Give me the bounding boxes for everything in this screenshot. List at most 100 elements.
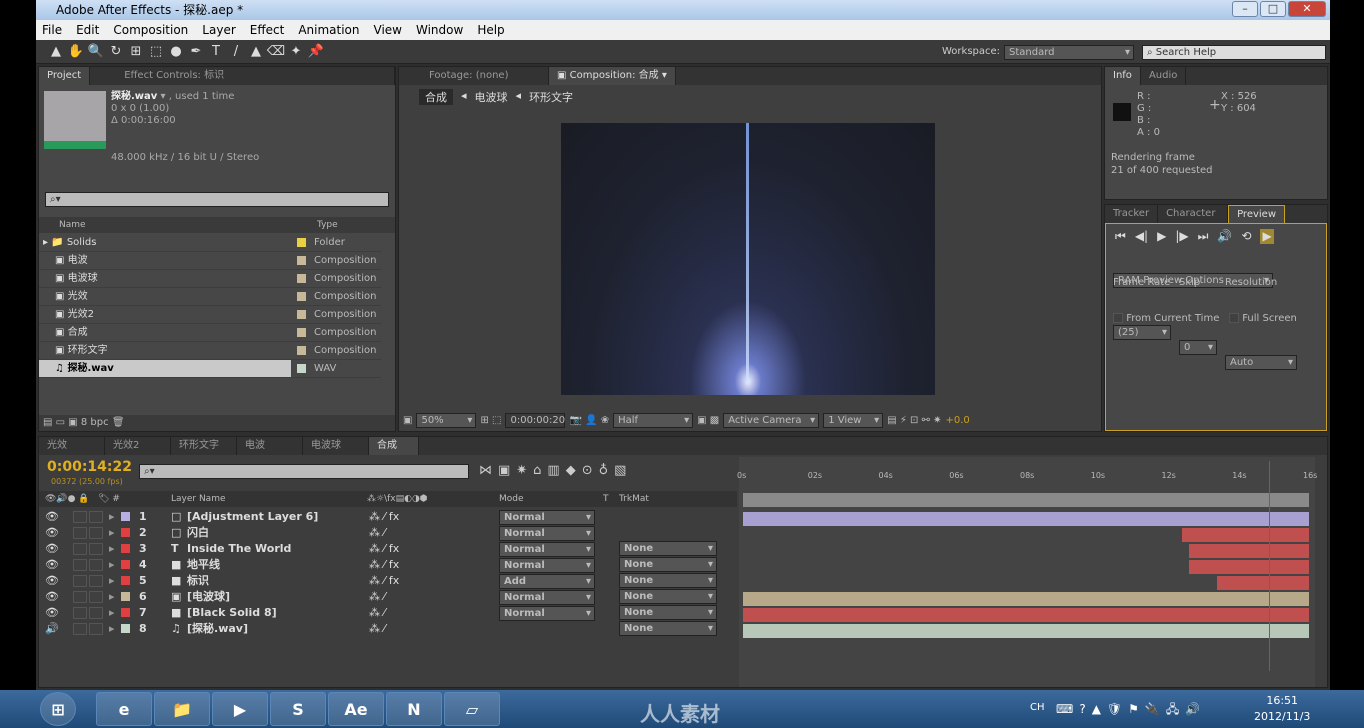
solo-switch[interactable] [73,543,87,555]
project-item[interactable]: ▣ 电波球 Composition [39,270,381,288]
timeline-tab[interactable]: 光效2 [105,437,171,455]
after-effects-button[interactable]: Ae [328,692,384,726]
mode-select[interactable]: Normal [499,606,595,621]
word-button[interactable]: N [386,692,442,726]
menu-animation[interactable]: Animation [298,20,359,40]
previous-frame-button[interactable]: ◀| [1135,229,1148,244]
full-screen-checkbox[interactable] [1229,313,1239,323]
layer-switches[interactable]: ⁂ ⁄ fx [369,573,399,589]
ram-preview-button[interactable]: ▶ [1260,229,1274,244]
expand-arrow-icon[interactable]: ▸ [109,621,115,637]
label-color[interactable] [121,592,130,601]
resolution-select[interactable]: Auto [1225,355,1297,370]
layer-name[interactable]: 闪白 [187,525,209,541]
tool-7-icon[interactable]: ✒ [186,40,206,64]
safe-zones-icon[interactable]: ⊞ ⬚ [480,415,501,426]
solo-switch[interactable] [73,559,87,571]
tool-12-icon[interactable]: ✦ [286,40,306,64]
exposure-value[interactable]: +0.0 [946,415,970,426]
layer-switches[interactable]: ⁂ ⁄ [369,589,385,605]
timeline-tab[interactable]: 合成 [369,437,419,455]
menu-view[interactable]: View [374,20,402,40]
label-color[interactable] [297,309,306,319]
label-color[interactable] [121,560,130,569]
layer-duration-bar[interactable] [1181,528,1309,542]
timeline-tab[interactable]: 电波 [237,437,303,455]
eye-icon[interactable]: 👁 [45,605,59,621]
layer-duration-bar[interactable] [1188,544,1309,558]
timeline-tab[interactable]: 环形文字 [171,437,237,455]
tool-1-icon[interactable]: ✋ [66,40,86,64]
layer-duration-bar[interactable] [743,512,1309,526]
lock-switch[interactable] [89,559,103,571]
label-color[interactable] [121,624,130,633]
project-search-input[interactable]: ⌕▾ [45,192,389,207]
clock-date[interactable]: 2012/11/3 [1254,709,1310,725]
tool-5-icon[interactable]: ⬚ [146,40,166,64]
col-mode[interactable]: Mode [499,491,524,507]
lock-switch[interactable] [89,543,103,555]
eye-icon[interactable]: 👁 [45,557,59,573]
timeline-timecode[interactable]: 0:00:14:22 [47,459,132,475]
label-color[interactable] [297,327,306,337]
start-button[interactable]: ⊞ [40,692,76,726]
resolution-select[interactable]: Half [613,413,694,428]
tool-13-icon[interactable]: 📌 [306,40,326,64]
frame-rate-select[interactable]: (25) [1113,325,1171,340]
tab-info[interactable]: Info [1105,67,1141,85]
lock-switch[interactable] [89,591,103,603]
magnification-select[interactable]: 50% [416,413,477,428]
mode-select[interactable]: Normal [499,590,595,605]
layer-switches[interactable]: ⁂ ⁄ [369,605,385,621]
layer-name[interactable]: [探秘.wav] [187,621,248,637]
layer-row[interactable]: 👁▸4■地平线⁂ ⁄ fxNormalNone [39,557,739,588]
layer-name[interactable]: Inside The World [187,541,291,557]
tool-3-icon[interactable]: ↻ [106,40,126,64]
interpret-footage-icon[interactable]: ▤ ▭ ▣ [43,417,78,428]
menu-effect[interactable]: Effect [250,20,285,40]
project-item[interactable]: ▣ 光效 Composition [39,288,381,306]
layer-switches[interactable]: ⁂ ⁄ fx [369,557,399,573]
mode-select[interactable]: Normal [499,558,595,573]
audio-icon[interactable]: 🔊 [45,621,59,637]
tab-character[interactable]: Character [1158,205,1229,223]
layer-switches[interactable]: ⁂ ⁄ fx [369,541,399,557]
loop-button[interactable]: ⟲ [1241,229,1251,244]
layer-name[interactable]: 地平线 [187,557,220,573]
skip-select[interactable]: 0 [1179,340,1217,355]
next-frame-button[interactable]: |▶ [1175,229,1188,244]
layer-name[interactable]: [Black Solid 8] [187,605,277,621]
tab-tracker[interactable]: Tracker [1105,205,1159,223]
layer-switches[interactable]: ⁂ ⁄ fx [369,509,399,525]
expand-arrow-icon[interactable]: ▸ [109,525,115,541]
layer-row[interactable]: 👁▸5■标识⁂ ⁄ fxAddNone [39,573,739,604]
lock-switch[interactable] [89,527,103,539]
layer-switches[interactable]: ⁂ ⁄ [369,621,385,637]
tab-audio[interactable]: Audio [1141,67,1187,85]
lock-switch[interactable] [89,607,103,619]
label-color[interactable] [121,512,130,521]
menu-file[interactable]: File [42,20,62,40]
tool-0-icon[interactable]: ▲ [46,40,66,64]
menu-window[interactable]: Window [416,20,463,40]
label-color[interactable] [297,273,306,283]
layer-duration-bar[interactable] [1217,576,1309,590]
composition-canvas[interactable] [561,123,935,395]
mode-select[interactable]: Normal [499,542,595,557]
label-color[interactable] [121,576,130,585]
expand-arrow-icon[interactable]: ▸ [109,605,115,621]
minimize-button[interactable]: – [1232,1,1258,17]
eye-icon[interactable]: 👁 [45,573,59,589]
lock-switch[interactable] [89,511,103,523]
solo-switch[interactable] [73,575,87,587]
work-area-bar[interactable] [743,493,1309,507]
label-color[interactable] [297,345,306,355]
project-item[interactable]: ▣ 合成 Composition [39,324,381,342]
expand-arrow-icon[interactable]: ▸ [109,541,115,557]
eye-icon[interactable]: 👁 [45,509,59,525]
solo-switch[interactable] [73,527,87,539]
tool-4-icon[interactable]: ⊞ [126,40,146,64]
transparency-grid-icon[interactable]: ▣ ▩ [697,415,719,426]
close-button[interactable]: ✕ [1288,1,1326,17]
layer-row[interactable]: 👁▸7■[Black Solid 8]⁂ ⁄ NormalNone [39,605,739,636]
